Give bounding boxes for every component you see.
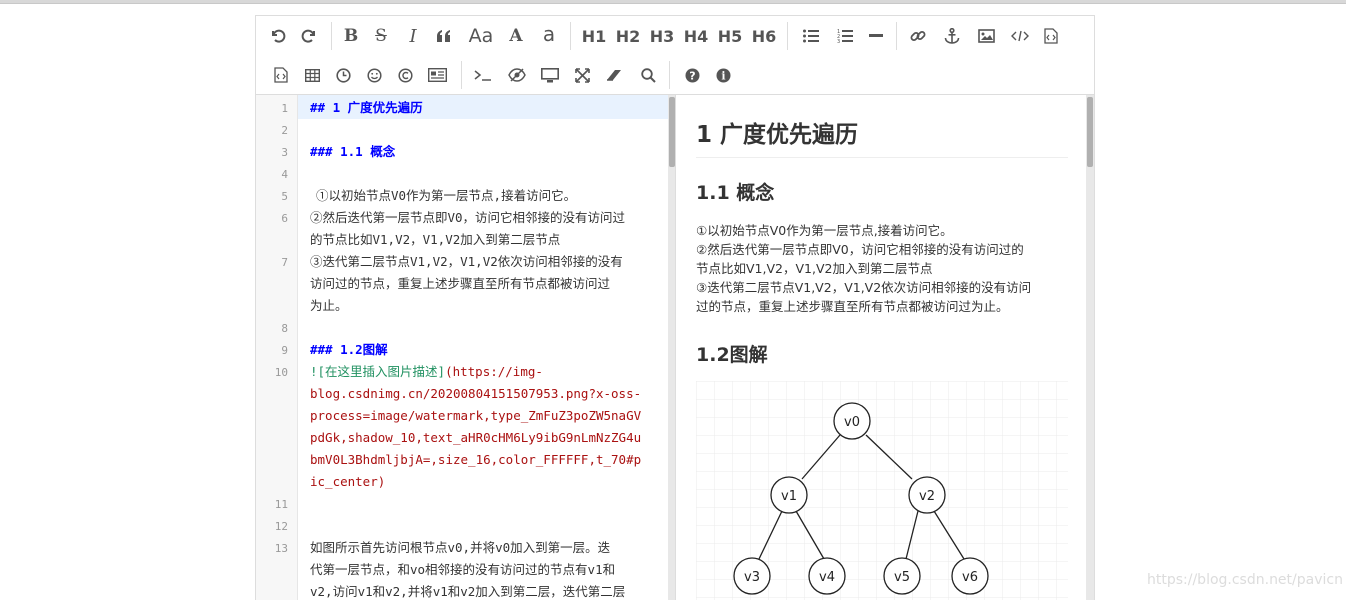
preformatted-icon[interactable] xyxy=(270,62,292,88)
uppercase-button[interactable]: Aa xyxy=(466,23,496,49)
preview-paragraph-line: ②然后迭代第一层节点即V0，访问它相邻接的没有访问过的 xyxy=(696,242,1024,257)
emoji-icon[interactable] xyxy=(363,62,385,88)
code-line-wrap[interactable]: 访问过的节点，重复上述步骤直至所有节点都被访问过 xyxy=(310,273,662,295)
line-number: 8 xyxy=(281,322,288,335)
code-line-wrap[interactable]: blog.csdnimg.cn/20200804151507953.png?x-… xyxy=(310,383,662,405)
line-number: 4 xyxy=(281,168,288,181)
svg-text:i: i xyxy=(721,69,725,82)
code-line[interactable]: ![在这里插入图片描述](https://img- xyxy=(310,361,662,383)
html-entities-icon[interactable] xyxy=(394,62,416,88)
code-line-wrap[interactable]: pdGk,shadow_10,text_aHR0cHM6Ly9ibG9nLmNz… xyxy=(310,427,662,449)
preview-heading-1: 1 广度优先遍历 xyxy=(696,115,1068,158)
code-line-wrap[interactable]: bmV0L3BhdmljbjA=,size_16,color_FFFFFF,t_… xyxy=(310,449,662,471)
datetime-icon[interactable] xyxy=(332,62,354,88)
strikethrough-button[interactable]: S xyxy=(370,23,392,49)
editor-toolbar: B S I Aa A a H1 H2 H3 H4 H5 H6 123 ? i xyxy=(256,16,1094,95)
code-icon[interactable] xyxy=(1008,23,1032,49)
code-line[interactable]: ### 1.1 概念 xyxy=(310,141,662,163)
anchor-icon[interactable] xyxy=(941,23,963,49)
code-line-wrap[interactable]: 代第一层节点，和vo相邻接的没有访问过的节点有v1和 xyxy=(310,559,662,581)
h3-button[interactable]: H3 xyxy=(647,23,677,49)
line-number: 6 xyxy=(281,212,288,225)
code-line[interactable]: 如图所示首先访问根节点v0,并将v0加入到第一层。迭 xyxy=(310,537,662,559)
code-line-wrap[interactable]: v2,访问v1和v2,并将v1和v2加入到第二层，迭代第二层 xyxy=(310,581,662,600)
italic-button[interactable]: I xyxy=(402,23,424,49)
terminal-icon[interactable] xyxy=(471,62,495,88)
source-scrollbar-thumb[interactable] xyxy=(669,97,675,167)
font-size-button[interactable]: A xyxy=(505,23,527,49)
lowercase-button[interactable]: a xyxy=(538,21,560,47)
h2-button[interactable]: H2 xyxy=(613,23,643,49)
line-number: 1 xyxy=(281,102,288,115)
code-line-wrap[interactable]: 为止。 xyxy=(310,295,662,317)
h1-button[interactable]: H1 xyxy=(579,23,609,49)
preview-heading-2: 1.2图解 xyxy=(696,344,768,366)
h4-button[interactable]: H4 xyxy=(681,23,711,49)
code-line[interactable]: ②然后迭代第一层节点即V0，访问它相邻接的没有访问过 xyxy=(310,207,662,229)
preview-scrollbar-thumb[interactable] xyxy=(1087,97,1093,167)
preview-paragraph-line: ③迭代第二层节点V1,V2，V1,V2依次访问相邻接的没有访问 xyxy=(696,280,1032,295)
list-ol-icon[interactable]: 123 xyxy=(834,23,856,49)
line-number: 7 xyxy=(281,256,288,269)
code-line[interactable]: ③迭代第二层节点V1,V2，V1,V2依次访问相邻接的没有 xyxy=(310,251,662,273)
h6-button[interactable]: H6 xyxy=(749,23,779,49)
line-number: 2 xyxy=(281,124,288,137)
preview-paragraph-line: 过的节点，重复上述步骤直至所有节点都被访问过为止。 xyxy=(696,299,1009,314)
preview-paragraph-line: 节点比如V1,V2，V1,V2加入到第二层节点 xyxy=(696,261,933,276)
code-line[interactable]: ## 1 广度优先遍历 xyxy=(310,97,662,119)
markdown-editor: B S I Aa A a H1 H2 H3 H4 H5 H6 123 ? i 1… xyxy=(255,15,1095,600)
line-number: 3 xyxy=(281,146,288,159)
tree-node-label: v3 xyxy=(744,570,760,585)
code-line[interactable]: ①以初始节点V0作为第一层节点,接着访问它。 xyxy=(316,185,668,207)
h5-button[interactable]: H5 xyxy=(715,23,745,49)
image-icon[interactable] xyxy=(975,23,997,49)
preview-icon[interactable] xyxy=(538,62,562,88)
fullscreen-icon[interactable] xyxy=(571,62,593,88)
preview-scrollbar[interactable] xyxy=(1086,95,1094,600)
tree-node-label: v5 xyxy=(894,570,910,585)
html-preview-pane[interactable]: 1 广度优先遍历 1.1 概念 ①以初始节点V0作为第一层节点,接着访问它。 ②… xyxy=(676,95,1094,600)
clear-icon[interactable] xyxy=(603,62,625,88)
line-number: 11 xyxy=(274,498,288,511)
bold-button[interactable]: B xyxy=(340,23,362,49)
markdown-source-pane[interactable]: 1 ## 1 广度优先遍历 2 3 ### 1.1 概念 4 5 ①以初始节点V… xyxy=(256,95,676,600)
preview-paragraph-line: ①以初始节点V0作为第一层节点,接着访问它。 xyxy=(696,223,953,238)
line-number: 5 xyxy=(281,190,288,203)
line-number: 13 xyxy=(274,542,288,555)
tree-node-label: v2 xyxy=(919,489,935,504)
link-icon[interactable] xyxy=(907,23,929,49)
code-line-wrap[interactable]: ic_center) xyxy=(310,471,662,493)
preview-heading-2: 1.1 概念 xyxy=(696,182,775,204)
code-line-wrap[interactable]: process=image/watermark,type_ZmFuZ3poZW5… xyxy=(310,405,662,427)
quote-icon[interactable] xyxy=(433,23,455,49)
watch-icon[interactable] xyxy=(505,62,529,88)
search-icon[interactable] xyxy=(637,62,659,88)
svg-text:?: ? xyxy=(689,69,695,82)
code-line[interactable]: ### 1.2图解 xyxy=(310,339,662,361)
table-icon[interactable] xyxy=(301,62,323,88)
image-link-text: ![在这里插入图片描述] xyxy=(310,364,446,379)
line-number: 10 xyxy=(274,366,288,379)
line-number: 12 xyxy=(274,520,288,533)
line-number: 9 xyxy=(281,344,288,357)
watermark: https://blog.csdn.net/pavicn xyxy=(1147,572,1343,588)
source-scrollbar[interactable] xyxy=(668,95,675,600)
hr-icon[interactable] xyxy=(865,23,887,49)
list-ul-icon[interactable] xyxy=(800,23,822,49)
tree-node-label: v1 xyxy=(781,489,797,504)
image-url: (https://img- xyxy=(445,364,543,379)
pagebreak-icon[interactable] xyxy=(425,62,449,88)
browser-top-edge xyxy=(0,0,1346,4)
redo-icon[interactable] xyxy=(297,23,321,49)
code-line-wrap[interactable]: 的节点比如V1,V2，V1,V2加入到第二层节点 xyxy=(310,229,662,251)
tree-node-label: v6 xyxy=(962,570,978,585)
tree-node-label: v0 xyxy=(844,415,860,430)
bfs-tree-diagram: v0 v1 v2 v3 v4 v5 v6 xyxy=(696,381,1068,600)
undo-icon[interactable] xyxy=(266,23,290,49)
info-icon[interactable]: i xyxy=(712,62,734,88)
svg-text:3: 3 xyxy=(837,39,840,44)
tree-node-label: v4 xyxy=(819,570,835,585)
code-block-icon[interactable] xyxy=(1040,23,1062,49)
help-icon[interactable]: ? xyxy=(681,62,703,88)
